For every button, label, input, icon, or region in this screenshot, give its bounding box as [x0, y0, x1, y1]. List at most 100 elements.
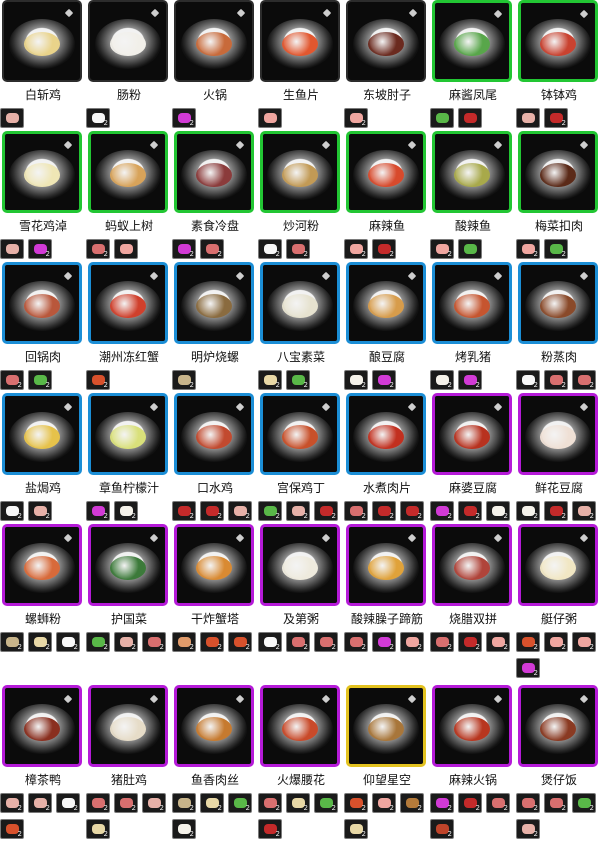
- chili-icon: 2: [314, 501, 338, 521]
- crab-icon: 2: [344, 793, 368, 813]
- dish-card[interactable]: [2, 393, 82, 475]
- dish-card[interactable]: [432, 685, 512, 767]
- dish-card[interactable]: [432, 262, 512, 344]
- dish-card[interactable]: [432, 131, 512, 213]
- dish-card[interactable]: [174, 393, 254, 475]
- dish-item[interactable]: 酸辣臊子蹄筋 2 2 2: [344, 524, 430, 694]
- dish-food-image: [196, 163, 232, 188]
- sparkle-icon: [149, 271, 159, 281]
- ingredient-count: 2: [275, 381, 280, 389]
- dish-plate-image: [525, 412, 591, 463]
- ingredient-list: 2 2 2: [172, 632, 260, 688]
- dish-card[interactable]: [518, 262, 598, 344]
- dish-card[interactable]: [518, 685, 598, 767]
- dish-card[interactable]: [346, 393, 426, 475]
- dish-card[interactable]: [2, 0, 82, 82]
- dish-name: 艇仔粥: [540, 612, 577, 626]
- dish-card[interactable]: [2, 262, 82, 344]
- dish-item[interactable]: 麻辣火锅 2 2 2 2: [430, 685, 516, 855]
- dish-card[interactable]: [518, 393, 598, 475]
- dish-card[interactable]: [432, 393, 512, 475]
- dish-item[interactable]: 鱼香肉丝 2 2 2 2: [172, 685, 258, 855]
- chili-icon: 2: [372, 239, 396, 259]
- dish-card[interactable]: [88, 393, 168, 475]
- dish-plate-image: [9, 19, 75, 70]
- dish-food-image: [24, 32, 60, 57]
- dish-plate-image: [525, 543, 591, 594]
- dish-card[interactable]: [518, 0, 598, 82]
- dish-card[interactable]: [88, 262, 168, 344]
- dish-plate-image: [439, 19, 505, 70]
- dish-card[interactable]: [346, 262, 426, 344]
- dish-card[interactable]: [346, 685, 426, 767]
- ingredient-count: 2: [589, 381, 594, 389]
- dish-card[interactable]: [260, 0, 340, 82]
- dish-item[interactable]: 煲仔饭 2 2 2 2: [516, 685, 600, 855]
- dish-card[interactable]: [432, 0, 512, 82]
- dish-card[interactable]: [346, 131, 426, 213]
- dish-item[interactable]: 艇仔粥 2 2 2 2: [516, 524, 600, 694]
- dish-card[interactable]: [2, 685, 82, 767]
- chicken-icon: 2: [286, 501, 310, 521]
- ingredient-count: 2: [447, 830, 452, 838]
- dish-card[interactable]: [260, 131, 340, 213]
- chili-icon: 2: [458, 501, 482, 521]
- dish-item[interactable]: 螺蛳粉 2 2 2: [0, 524, 86, 694]
- dish-card[interactable]: [260, 685, 340, 767]
- dish-item[interactable]: 火爆腰花 2 2 2 2: [258, 685, 344, 855]
- dish-item[interactable]: 干炸蟹塔 2 2 2: [172, 524, 258, 694]
- chili-icon: 2: [458, 793, 482, 813]
- dish-food-image: [540, 556, 576, 581]
- ingredient-count: 2: [561, 250, 566, 258]
- dish-card[interactable]: [2, 131, 82, 213]
- dish-card[interactable]: [432, 524, 512, 606]
- ingredient-count: 2: [245, 804, 250, 812]
- dish-card[interactable]: [174, 262, 254, 344]
- ingredient-count: 2: [103, 250, 108, 258]
- dish-card[interactable]: [88, 524, 168, 606]
- sparkle-icon: [236, 8, 246, 18]
- dish-card[interactable]: [174, 0, 254, 82]
- sparkle-icon: [493, 271, 503, 281]
- dish-card[interactable]: [174, 685, 254, 767]
- dish-card[interactable]: [260, 524, 340, 606]
- dish-plate-image: [525, 281, 591, 332]
- dumpling-icon: 2: [286, 793, 310, 813]
- ingredient-count: 2: [103, 119, 108, 127]
- dish-card[interactable]: [518, 131, 598, 213]
- magic-ingredient-icon: 2: [430, 793, 454, 813]
- dish-food-image: [24, 556, 60, 581]
- dish-card[interactable]: [346, 0, 426, 82]
- dish-card[interactable]: [346, 524, 426, 606]
- dish-card[interactable]: [88, 685, 168, 767]
- dish-item[interactable]: 猪肚鸡 2 2 2 2: [86, 685, 172, 855]
- dish-item[interactable]: 樟茶鸭 2 2 2 2: [0, 685, 86, 855]
- magic-ingredient-icon: 2: [372, 632, 396, 652]
- ingredient-count: 2: [189, 381, 194, 389]
- dish-card[interactable]: [2, 524, 82, 606]
- dish-card[interactable]: [260, 393, 340, 475]
- dish-card[interactable]: [174, 524, 254, 606]
- dish-card[interactable]: [518, 524, 598, 606]
- dish-card[interactable]: [88, 0, 168, 82]
- ingredient-count: 2: [533, 512, 538, 520]
- sparkle-icon: [579, 402, 589, 412]
- sparkle-icon: [407, 533, 417, 543]
- dish-plate-image: [95, 704, 161, 755]
- ingredient-count: 2: [131, 512, 136, 520]
- ingredient-count: 2: [503, 512, 508, 520]
- dish-item[interactable]: 护国菜 2 2 2: [86, 524, 172, 694]
- dish-item[interactable]: 仰望星空 2 2 2 2: [344, 685, 430, 855]
- meat-icon: 2: [430, 632, 454, 652]
- dish-card[interactable]: [88, 131, 168, 213]
- dish-name: 及第粥: [282, 612, 319, 626]
- dish-item[interactable]: 烧腊双拼 2 2 2: [430, 524, 516, 694]
- dish-name: 火锅: [202, 88, 227, 102]
- dish-food-image: [540, 32, 576, 57]
- dish-item[interactable]: 及第粥 2 2 2: [258, 524, 344, 694]
- rice-icon: 2: [258, 239, 282, 259]
- ingredient-count: 2: [217, 804, 222, 812]
- dish-plate-image: [9, 150, 75, 201]
- dish-card[interactable]: [260, 262, 340, 344]
- dish-card[interactable]: [174, 131, 254, 213]
